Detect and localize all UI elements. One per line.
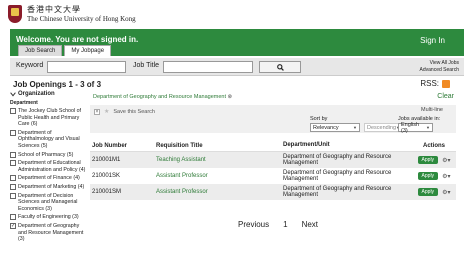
tab-bar: Job Search My Jobpage xyxy=(18,45,113,56)
filter-label: Department of Geography and Resource Man… xyxy=(18,222,84,243)
filter-checkbox[interactable] xyxy=(10,108,16,114)
organization-heading[interactable]: Organization xyxy=(10,91,87,97)
department-unit: Department of Geography and Resource Man… xyxy=(283,185,392,199)
filter-label: Department of Marketing (4) xyxy=(18,183,85,190)
sort-by-label: Sort by xyxy=(310,116,328,122)
column-actions: Actions xyxy=(422,142,445,149)
job-number: 210001SM xyxy=(92,189,122,195)
department-filter-item[interactable]: Department of Educational Administration… xyxy=(10,160,87,173)
department-filter-item[interactable]: School of Pharmacy (5) xyxy=(10,151,87,159)
star-icon: ★ xyxy=(104,109,110,115)
department-filter-item[interactable]: Faculty of Engineering (3) xyxy=(10,214,87,221)
department-filter-item[interactable]: Department of Decision Sciences and Mana… xyxy=(10,192,87,213)
gear-dropdown-icon[interactable]: ⚙▾ xyxy=(442,173,450,180)
department-filter-item[interactable]: Department of Ophthalmology and Visual S… xyxy=(10,129,87,150)
welcome-message: Welcome. You are not signed in. xyxy=(16,35,139,44)
chevron-down-icon: ▼ xyxy=(353,125,357,130)
filter-checkbox[interactable] xyxy=(10,214,16,221)
clear-filters-link[interactable]: Clear xyxy=(437,93,454,100)
crest-icon xyxy=(8,5,22,23)
job-title-input[interactable] xyxy=(163,61,253,73)
logo-english-name: The Chinese University of Hong Kong xyxy=(27,14,136,23)
search-bar: Keyword Job Title View All Jobs Advanced… xyxy=(10,58,464,76)
sort-order-select[interactable]: Descending▼ xyxy=(364,123,402,132)
rss-icon[interactable] xyxy=(442,79,450,88)
filter-checkbox[interactable] xyxy=(10,175,16,182)
rss-label: RSS: xyxy=(420,79,439,88)
view-all-jobs-link[interactable]: View All Jobs xyxy=(420,60,459,67)
requisition-title-link[interactable]: Teaching Assistant xyxy=(156,157,283,163)
chevron-down-icon xyxy=(10,91,16,96)
keyword-label: Keyword xyxy=(16,62,44,69)
table-row: 210001M1 Teaching Assistant Department of … xyxy=(90,152,456,168)
table-row: 210001SK Assistant Professor Department of… xyxy=(90,168,456,184)
chevron-down-icon: ▼ xyxy=(426,125,430,130)
tab-job-search[interactable]: Job Search xyxy=(18,45,63,56)
filter-checkbox[interactable] xyxy=(10,192,16,199)
sign-in-link[interactable]: Sign In xyxy=(420,36,445,45)
requisition-title-link[interactable]: Assistant Professor xyxy=(156,173,283,179)
department-filter-item[interactable]: The Jockey Club School of Public Health … xyxy=(10,108,87,128)
department-unit: Department of Geography and Resource Man… xyxy=(283,169,392,183)
table-row: 210001SM Assistant Professor Department of… xyxy=(90,184,456,200)
multi-line-toggle[interactable]: Multi-line xyxy=(421,107,443,113)
apply-button[interactable]: Apply xyxy=(417,156,439,164)
filter-label: Department of Finance (4) xyxy=(18,175,80,182)
column-job-number[interactable]: Job Number xyxy=(90,143,156,149)
requisition-title-link[interactable]: Assistant Professor xyxy=(156,189,283,195)
jobs-language-select[interactable]: English (3) ▼ xyxy=(398,122,433,134)
filter-checkbox[interactable] xyxy=(10,129,16,136)
rss-feed[interactable]: RSS: xyxy=(420,79,450,88)
apply-button[interactable]: Apply xyxy=(417,172,439,180)
job-openings-count: Job Openings 1 - 3 of 3 xyxy=(13,80,102,89)
sort-by-select[interactable]: Relevancy ▼ xyxy=(310,123,360,132)
department-filter-item[interactable]: Department of Finance (4) xyxy=(10,175,87,182)
filter-checkbox[interactable]: ✓ xyxy=(10,222,16,229)
row-actions: Apply ⚙▾ xyxy=(412,172,456,180)
results-table: Job Number Requisition Title Department/… xyxy=(90,140,456,200)
gear-dropdown-icon[interactable]: ⚙▾ xyxy=(442,189,450,196)
logo-chinese-name: 香港中文大學 xyxy=(27,5,81,15)
search-options-box: × ★ Save this Search Multi-line Sort by … xyxy=(90,105,456,134)
apply-button[interactable]: Apply xyxy=(417,188,439,196)
filter-label: Department of Ophthalmology and Visual S… xyxy=(18,129,80,149)
remove-filter-icon[interactable]: ⊗ xyxy=(226,94,233,100)
university-logo[interactable]: 香港中文大學 The Chinese University of Hong Ko… xyxy=(8,3,136,25)
department-unit: Department of Geography and Resource Man… xyxy=(283,153,392,167)
pagination: Previous 1 Next xyxy=(238,220,332,229)
active-filter-chip[interactable]: Department of Geography and Resource Man… xyxy=(93,94,232,100)
row-actions: Apply ⚙▾ xyxy=(412,188,456,196)
search-icon xyxy=(276,63,284,71)
department-subheading: Department xyxy=(10,100,38,106)
filter-label: Faculty of Engineering (3) xyxy=(18,214,79,221)
table-header: Job Number Requisition Title Department/… xyxy=(90,140,456,152)
gear-dropdown-icon[interactable]: ⚙▾ xyxy=(442,157,450,164)
save-search-control[interactable]: × ★ Save this Search xyxy=(94,108,155,115)
filter-label: School of Pharmacy (5) xyxy=(18,151,74,158)
column-requisition-title[interactable]: Requisition Title xyxy=(156,143,283,149)
filter-label: Department of Educational Administration… xyxy=(18,160,86,173)
job-number: 210001SK xyxy=(92,173,121,179)
department-filter-item[interactable]: ✓ Department of Geography and Resource Ma… xyxy=(10,222,87,243)
close-icon[interactable]: × xyxy=(94,108,100,115)
filter-label: The Jockey Club School of Public Health … xyxy=(18,108,82,128)
filter-sidebar: Organization Department The Jockey Club … xyxy=(10,91,87,243)
previous-page-link[interactable]: Previous xyxy=(238,220,269,229)
filter-checkbox[interactable] xyxy=(10,183,16,190)
column-department[interactable]: Department/Unit xyxy=(283,142,412,149)
keyword-input[interactable] xyxy=(47,61,126,73)
current-page[interactable]: 1 xyxy=(283,220,287,229)
row-actions: Apply ⚙▾ xyxy=(412,156,456,164)
next-page-link[interactable]: Next xyxy=(302,220,318,229)
job-title-label: Job Title xyxy=(133,62,160,69)
advanced-search-link[interactable]: Advanced Search xyxy=(420,67,459,74)
filter-label: Department of Decision Sciences and Mana… xyxy=(18,192,78,212)
tab-my-jobpage[interactable]: My Jobpage xyxy=(64,45,112,56)
filter-checkbox[interactable] xyxy=(10,160,16,167)
department-filter-item[interactable]: Department of Marketing (4) xyxy=(10,183,87,191)
search-button[interactable] xyxy=(259,61,301,73)
filter-checkbox[interactable] xyxy=(10,151,16,158)
job-number: 210001M1 xyxy=(92,157,121,163)
header-bar: Welcome. You are not signed in. Sign In … xyxy=(10,29,464,56)
